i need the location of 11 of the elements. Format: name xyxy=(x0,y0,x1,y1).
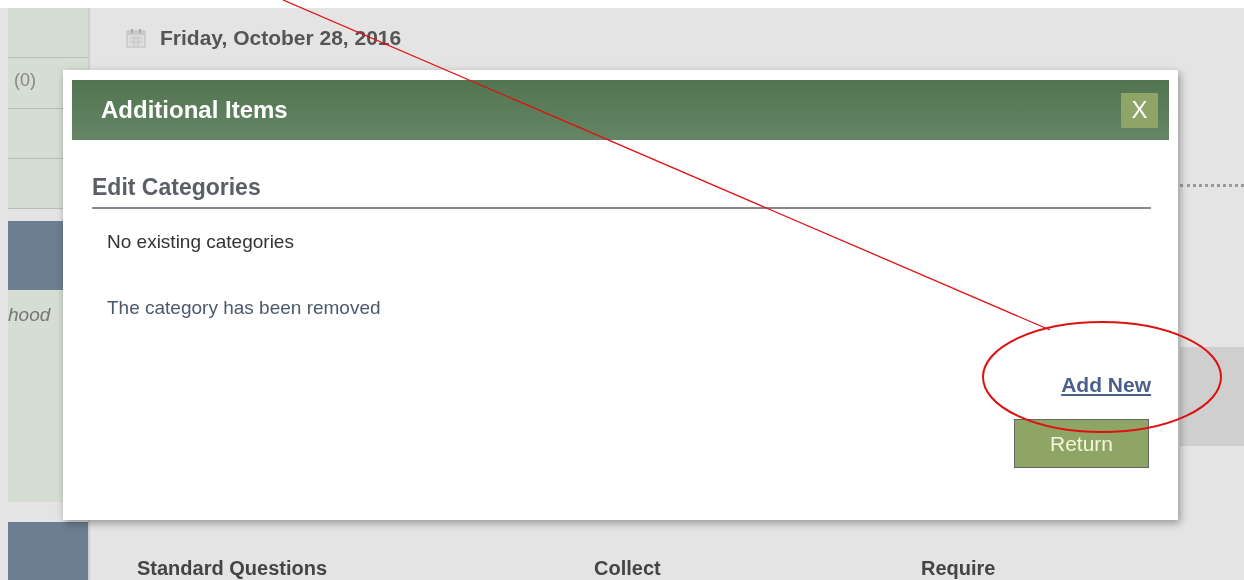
message-text: The category has been removed xyxy=(106,297,382,319)
message-text: No existing categories xyxy=(106,231,295,253)
dialog-title: Additional Items xyxy=(101,96,288,124)
add-new-link[interactable]: Add New xyxy=(1061,373,1151,397)
return-button[interactable]: Return xyxy=(1014,419,1149,468)
column-header: Standard Questions xyxy=(137,556,328,580)
close-button[interactable]: X xyxy=(1121,92,1158,128)
column-header: Collect xyxy=(594,556,661,580)
calendar-icon xyxy=(126,28,146,48)
column-header: Require xyxy=(921,556,996,580)
section-heading: Edit Categories xyxy=(92,140,1151,209)
